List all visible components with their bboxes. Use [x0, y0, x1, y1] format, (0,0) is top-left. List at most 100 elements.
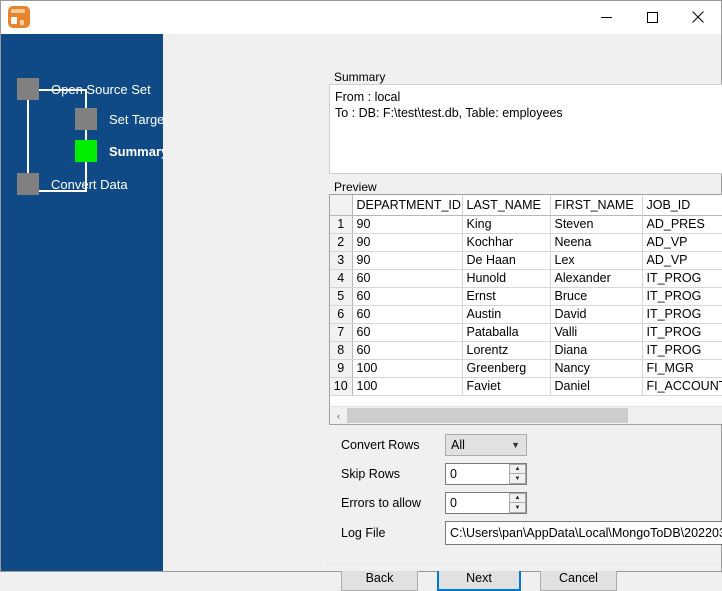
scrollbar-thumb[interactable] [347, 408, 629, 423]
row-number: 10 [330, 377, 353, 396]
cell-last-name: King [462, 215, 551, 234]
maximize-button[interactable] [629, 1, 675, 33]
table-row[interactable]: 8 60 Lorentz Diana IT_PROG 4200 DLORENTZ [330, 341, 722, 360]
app-icon [8, 6, 30, 28]
cell-department-id: 60 [352, 269, 463, 288]
cell-first-name: Diana [550, 341, 643, 360]
step-indicator-summary [75, 140, 97, 162]
cell-last-name: Hunold [462, 269, 551, 288]
preview-group-title: Preview [332, 180, 379, 194]
cell-first-name: Daniel [550, 377, 643, 396]
minimize-icon [600, 16, 612, 18]
row-number: 7 [330, 323, 353, 342]
main-panel: Summary From : local To : DB: F:\test\te… [163, 34, 722, 591]
row-number: 1 [330, 215, 353, 234]
cell-department-id: 60 [352, 287, 463, 306]
cell-job-id: IT_PROG [642, 341, 722, 360]
convert-rows-label: Convert Rows [341, 438, 420, 452]
column-header-last-name[interactable]: LAST_NAME [462, 195, 551, 216]
sidebar-step-label-set-target: Set Target [109, 111, 169, 127]
maximize-icon [646, 11, 658, 23]
cell-department-id: 60 [352, 341, 463, 360]
chevron-down-icon: ▼ [511, 440, 520, 450]
cell-job-id: AD_PRES [642, 215, 722, 234]
cell-job-id: AD_VP [642, 233, 722, 252]
cell-job-id: FI_MGR [642, 359, 722, 378]
log-file-row: Log File C:\Users\pan\AppData\Local\Mong… [329, 521, 722, 545]
row-number: 9 [330, 359, 353, 378]
cell-department-id: 60 [352, 323, 463, 342]
spin-up-icon[interactable]: ▲ [509, 493, 526, 503]
spin-down-icon[interactable]: ▼ [509, 503, 526, 513]
log-file-input[interactable]: C:\Users\pan\AppData\Local\MongoToDB\202… [445, 521, 722, 545]
scrollbar-track[interactable] [347, 407, 722, 424]
sidebar-step-open-source-set[interactable]: Open Source Set [17, 78, 151, 100]
sidebar-step-convert-data[interactable]: Convert Data [17, 173, 128, 195]
skip-rows-label: Skip Rows [341, 467, 401, 481]
table-row[interactable]: 2 90 Kochhar Neena AD_VP 17000 NKOCHHAR [330, 233, 722, 252]
table-row[interactable]: 6 60 Austin David IT_PROG 4800 DAUSTIN [330, 305, 722, 324]
close-button[interactable] [675, 1, 721, 33]
row-number-header[interactable] [330, 195, 353, 216]
cell-last-name: Faviet [462, 377, 551, 396]
cell-last-name: Austin [462, 305, 551, 324]
preview-group: Preview DEPARTMENT_ID LAST_NAME FIRST_NA… [329, 180, 722, 425]
cell-job-id: IT_PROG [642, 323, 722, 342]
cell-first-name: Nancy [550, 359, 643, 378]
preview-table: DEPARTMENT_ID LAST_NAME FIRST_NAME JOB_I… [330, 195, 722, 396]
options-form: Convert Rows All ▼ Skip Rows 0 ▲ ▼ Error… [329, 434, 722, 552]
preview-table-body: 1 90 King Steven AD_PRES 24000 SKING [330, 215, 722, 396]
scroll-left-arrow-icon[interactable]: ‹ [330, 407, 347, 424]
cell-last-name: Pataballa [462, 323, 551, 342]
errors-to-allow-row: Errors to allow 0 ▲ ▼ [329, 492, 722, 514]
close-icon [692, 11, 704, 23]
cell-department-id: 100 [352, 377, 463, 396]
sidebar-step-label-summary: Summary [109, 143, 169, 159]
spin-up-icon[interactable]: ▲ [509, 464, 526, 474]
cell-department-id: 90 [352, 251, 463, 270]
sidebar-step-label-convert-data: Convert Data [51, 176, 128, 192]
row-number: 5 [330, 287, 353, 306]
skip-rows-spin-buttons: ▲ ▼ [508, 464, 526, 484]
row-number: 4 [330, 269, 353, 288]
cell-last-name: Kochhar [462, 233, 551, 252]
table-row[interactable]: 9 100 Greenberg Nancy FI_MGR 12000 NGREE… [330, 359, 722, 378]
column-header-department-id[interactable]: DEPARTMENT_ID [352, 195, 463, 216]
table-row[interactable]: 5 60 Ernst Bruce IT_PROG 6000 BERNST [330, 287, 722, 306]
table-row[interactable]: 7 60 Pataballa Valli IT_PROG 4800 VPATAB… [330, 323, 722, 342]
preview-grid-scroll[interactable]: DEPARTMENT_ID LAST_NAME FIRST_NAME JOB_I… [330, 195, 722, 406]
window-bottom-strip [326, 564, 720, 571]
convert-rows-select[interactable]: All ▼ [445, 434, 527, 456]
column-header-first-name[interactable]: FIRST_NAME [550, 195, 643, 216]
cell-last-name: Lorentz [462, 341, 551, 360]
summary-group-title: Summary [332, 70, 388, 84]
cell-job-id: IT_PROG [642, 287, 722, 306]
skip-rows-stepper[interactable]: 0 ▲ ▼ [445, 463, 527, 485]
table-row[interactable]: 10 100 Faviet Daniel FI_ACCOUNT 9000 DFA… [330, 377, 722, 396]
spin-down-icon[interactable]: ▼ [509, 474, 526, 484]
row-number: 6 [330, 305, 353, 324]
column-header-job-id[interactable]: JOB_ID [642, 195, 722, 216]
preview-grid-container: DEPARTMENT_ID LAST_NAME FIRST_NAME JOB_I… [329, 194, 722, 425]
cell-first-name: Steven [550, 215, 643, 234]
preview-horizontal-scrollbar[interactable]: ‹ › [330, 406, 722, 424]
log-file-label: Log File [341, 526, 386, 540]
table-row[interactable]: 4 60 Hunold Alexander IT_PROG 9000 AHUNO… [330, 269, 722, 288]
errors-to-allow-stepper[interactable]: 0 ▲ ▼ [445, 492, 527, 514]
errors-to-allow-value[interactable]: 0 [446, 493, 508, 513]
minimize-button[interactable] [583, 1, 629, 33]
cell-job-id: IT_PROG [642, 305, 722, 324]
sidebar-step-summary[interactable]: Summary [75, 140, 168, 162]
convert-rows-value: All [451, 438, 465, 452]
cell-last-name: Greenberg [462, 359, 551, 378]
row-number: 2 [330, 233, 353, 252]
summary-line-from: From : local [335, 90, 401, 104]
cell-department-id: 90 [352, 233, 463, 252]
table-row[interactable]: 3 90 De Haan Lex AD_VP 17000 LDEHAAN [330, 251, 722, 270]
cell-department-id: 90 [352, 215, 463, 234]
skip-rows-value[interactable]: 0 [446, 464, 508, 484]
table-row[interactable]: 1 90 King Steven AD_PRES 24000 SKING [330, 215, 722, 234]
cell-department-id: 100 [352, 359, 463, 378]
window-body: Open Source Set Set Target Summary Conve… [1, 34, 722, 591]
sidebar-step-set-target[interactable]: Set Target [75, 108, 168, 130]
